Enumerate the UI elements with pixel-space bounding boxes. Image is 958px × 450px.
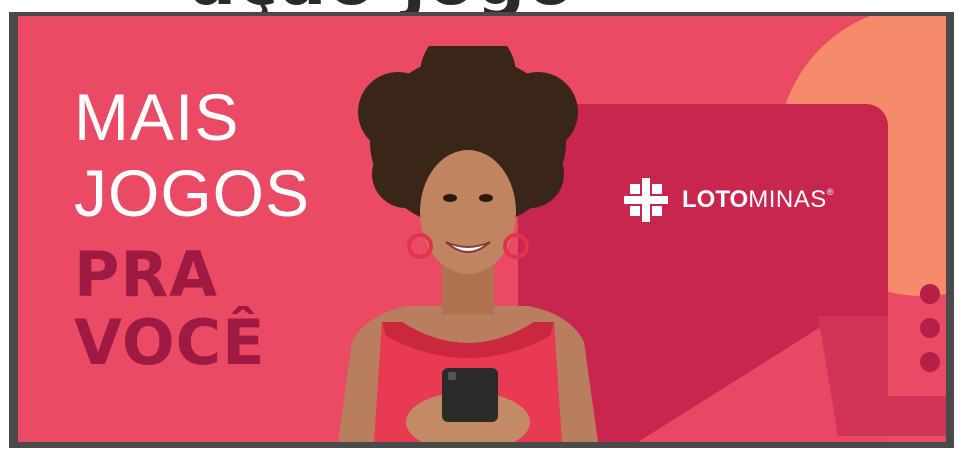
lotominas-emblem-icon	[624, 178, 668, 222]
decorative-dot-1	[920, 284, 940, 304]
decorative-dot-3	[920, 352, 940, 372]
logo-name-light: MINAS	[748, 186, 827, 213]
logo-name-bold: LOTO	[682, 186, 749, 213]
registered-mark: ®	[826, 187, 834, 197]
lotominas-wordmark: LOTOMINAS®	[682, 188, 833, 212]
loto-banner: MAIS JOGOS PRA VOCÊ LOTOMINAS®	[18, 16, 946, 442]
smiling-woman-with-phone	[338, 46, 598, 442]
headline-line-4: VOCÊ	[74, 306, 266, 379]
headline-line-2: JOGOS	[74, 156, 311, 230]
decorative-dot-2	[920, 318, 940, 338]
lotominas-logo: LOTOMINAS®	[622, 176, 833, 224]
headline-line-3: PRA	[74, 238, 219, 311]
headline-line-1: MAIS	[74, 80, 240, 154]
